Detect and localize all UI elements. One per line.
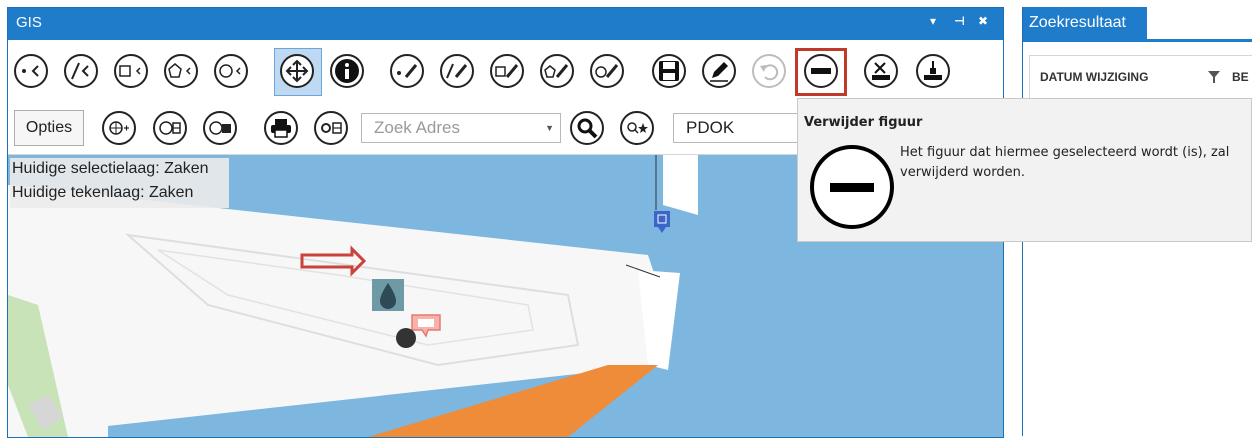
draw-point-button[interactable] (390, 54, 424, 88)
address-search-input[interactable]: Zoek Adres ▼ (361, 113, 561, 143)
results-tab-label: Zoekresultaat (1029, 14, 1126, 31)
tooltip-title: Verwijder figuur (804, 115, 923, 130)
draw-polygon-button[interactable] (540, 54, 574, 88)
remove-figure-button[interactable] (804, 54, 838, 88)
select-circle-icon (219, 64, 241, 78)
draw-point-icon (397, 64, 418, 78)
undo-button[interactable] (752, 54, 786, 88)
draw-circle-button[interactable] (590, 54, 624, 88)
location-point[interactable] (396, 328, 416, 348)
info-button[interactable] (330, 54, 364, 88)
search-button[interactable] (570, 111, 604, 145)
column-header-datum-wijziging[interactable]: DATUM WIJZIGING (1040, 70, 1148, 84)
edit-button[interactable] (702, 54, 736, 88)
save-button[interactable] (652, 54, 686, 88)
select-polygon-button[interactable] (164, 54, 198, 88)
edit-icon (710, 62, 728, 82)
draw-line-button[interactable] (440, 54, 474, 88)
tab-underline (1023, 39, 1252, 42)
selection-layer-text: Huidige selectielaag: Zaken (12, 160, 209, 177)
dropdown-icon[interactable]: ▾ (930, 14, 936, 28)
world-add-button[interactable] (102, 111, 136, 145)
print-button[interactable] (264, 111, 298, 145)
map-source-value: PDOK (686, 118, 735, 137)
chevron-down-icon[interactable]: ▼ (545, 123, 554, 133)
globe-add-icon (109, 121, 129, 135)
search-star-icon (627, 122, 648, 134)
opties-button[interactable]: Opties (14, 110, 84, 146)
printer-icon (271, 119, 291, 138)
column-header-be[interactable]: BE (1232, 70, 1249, 84)
map-toolbar (8, 40, 1003, 103)
remove-figure-icon (811, 68, 831, 74)
gis-titlebar: GIS ▾ ⊣ ✖ (8, 8, 1003, 40)
layer-add-button[interactable] (916, 54, 950, 88)
draw-circle-icon (595, 64, 619, 78)
gis-title: GIS (16, 14, 42, 31)
tooltip-text: Het figuur dat hiermee geselecteerd word… (900, 145, 1230, 180)
select-rectangle-button[interactable] (114, 54, 148, 88)
results-table-header: DATUM WIJZIGING BE (1029, 55, 1252, 99)
search-icon (577, 118, 598, 139)
layer-add-icon (924, 61, 942, 80)
pin-icon[interactable]: ⊣ (954, 14, 965, 28)
layer-info: Huidige selectielaag: Zaken Huidige teke… (10, 158, 229, 208)
tooltip-remove-figure: Verwijder figuur Het figuur dat hiermee … (797, 98, 1252, 242)
pan-move-icon (285, 59, 309, 83)
pan-move-button[interactable] (280, 54, 314, 88)
save-icon (659, 61, 679, 81)
layer-remove-icon (872, 62, 890, 80)
select-point-button[interactable] (14, 54, 48, 88)
select-line-button[interactable] (64, 54, 98, 88)
select-line-icon (71, 62, 89, 80)
drawing-layer-text: Huidige tekenlaag: Zaken (12, 184, 194, 201)
select-rectangle-icon (119, 65, 141, 77)
document-marker[interactable] (654, 211, 670, 227)
info-icon (335, 59, 359, 83)
map-source-select[interactable]: PDOK ▼ (673, 113, 805, 143)
remove-figure-icon (810, 145, 894, 229)
pier-area (663, 155, 698, 215)
close-icon[interactable]: ✖ (978, 14, 988, 28)
draw-polygon-icon (544, 64, 569, 78)
search-favorite-button[interactable] (620, 111, 654, 145)
select-point-icon (22, 65, 39, 77)
world-layers-button[interactable] (153, 111, 187, 145)
filter-icon[interactable] (1208, 71, 1220, 83)
draw-rectangle-icon (495, 64, 519, 78)
settings-layers-icon (321, 122, 342, 134)
select-polygon-icon (168, 63, 191, 78)
layer-remove-button[interactable] (864, 54, 898, 88)
draw-rectangle-button[interactable] (490, 54, 524, 88)
world-folder-button[interactable] (203, 111, 237, 145)
address-search-placeholder: Zoek Adres (374, 118, 460, 137)
globe-folder-icon (209, 121, 231, 135)
globe-layers-icon (159, 121, 181, 135)
settings-layers-button[interactable] (314, 111, 348, 145)
undo-icon (760, 64, 779, 81)
tab-zoekresultaat[interactable]: Zoekresultaat (1023, 7, 1147, 39)
select-circle-button[interactable] (214, 54, 248, 88)
draw-line-icon (446, 63, 468, 79)
